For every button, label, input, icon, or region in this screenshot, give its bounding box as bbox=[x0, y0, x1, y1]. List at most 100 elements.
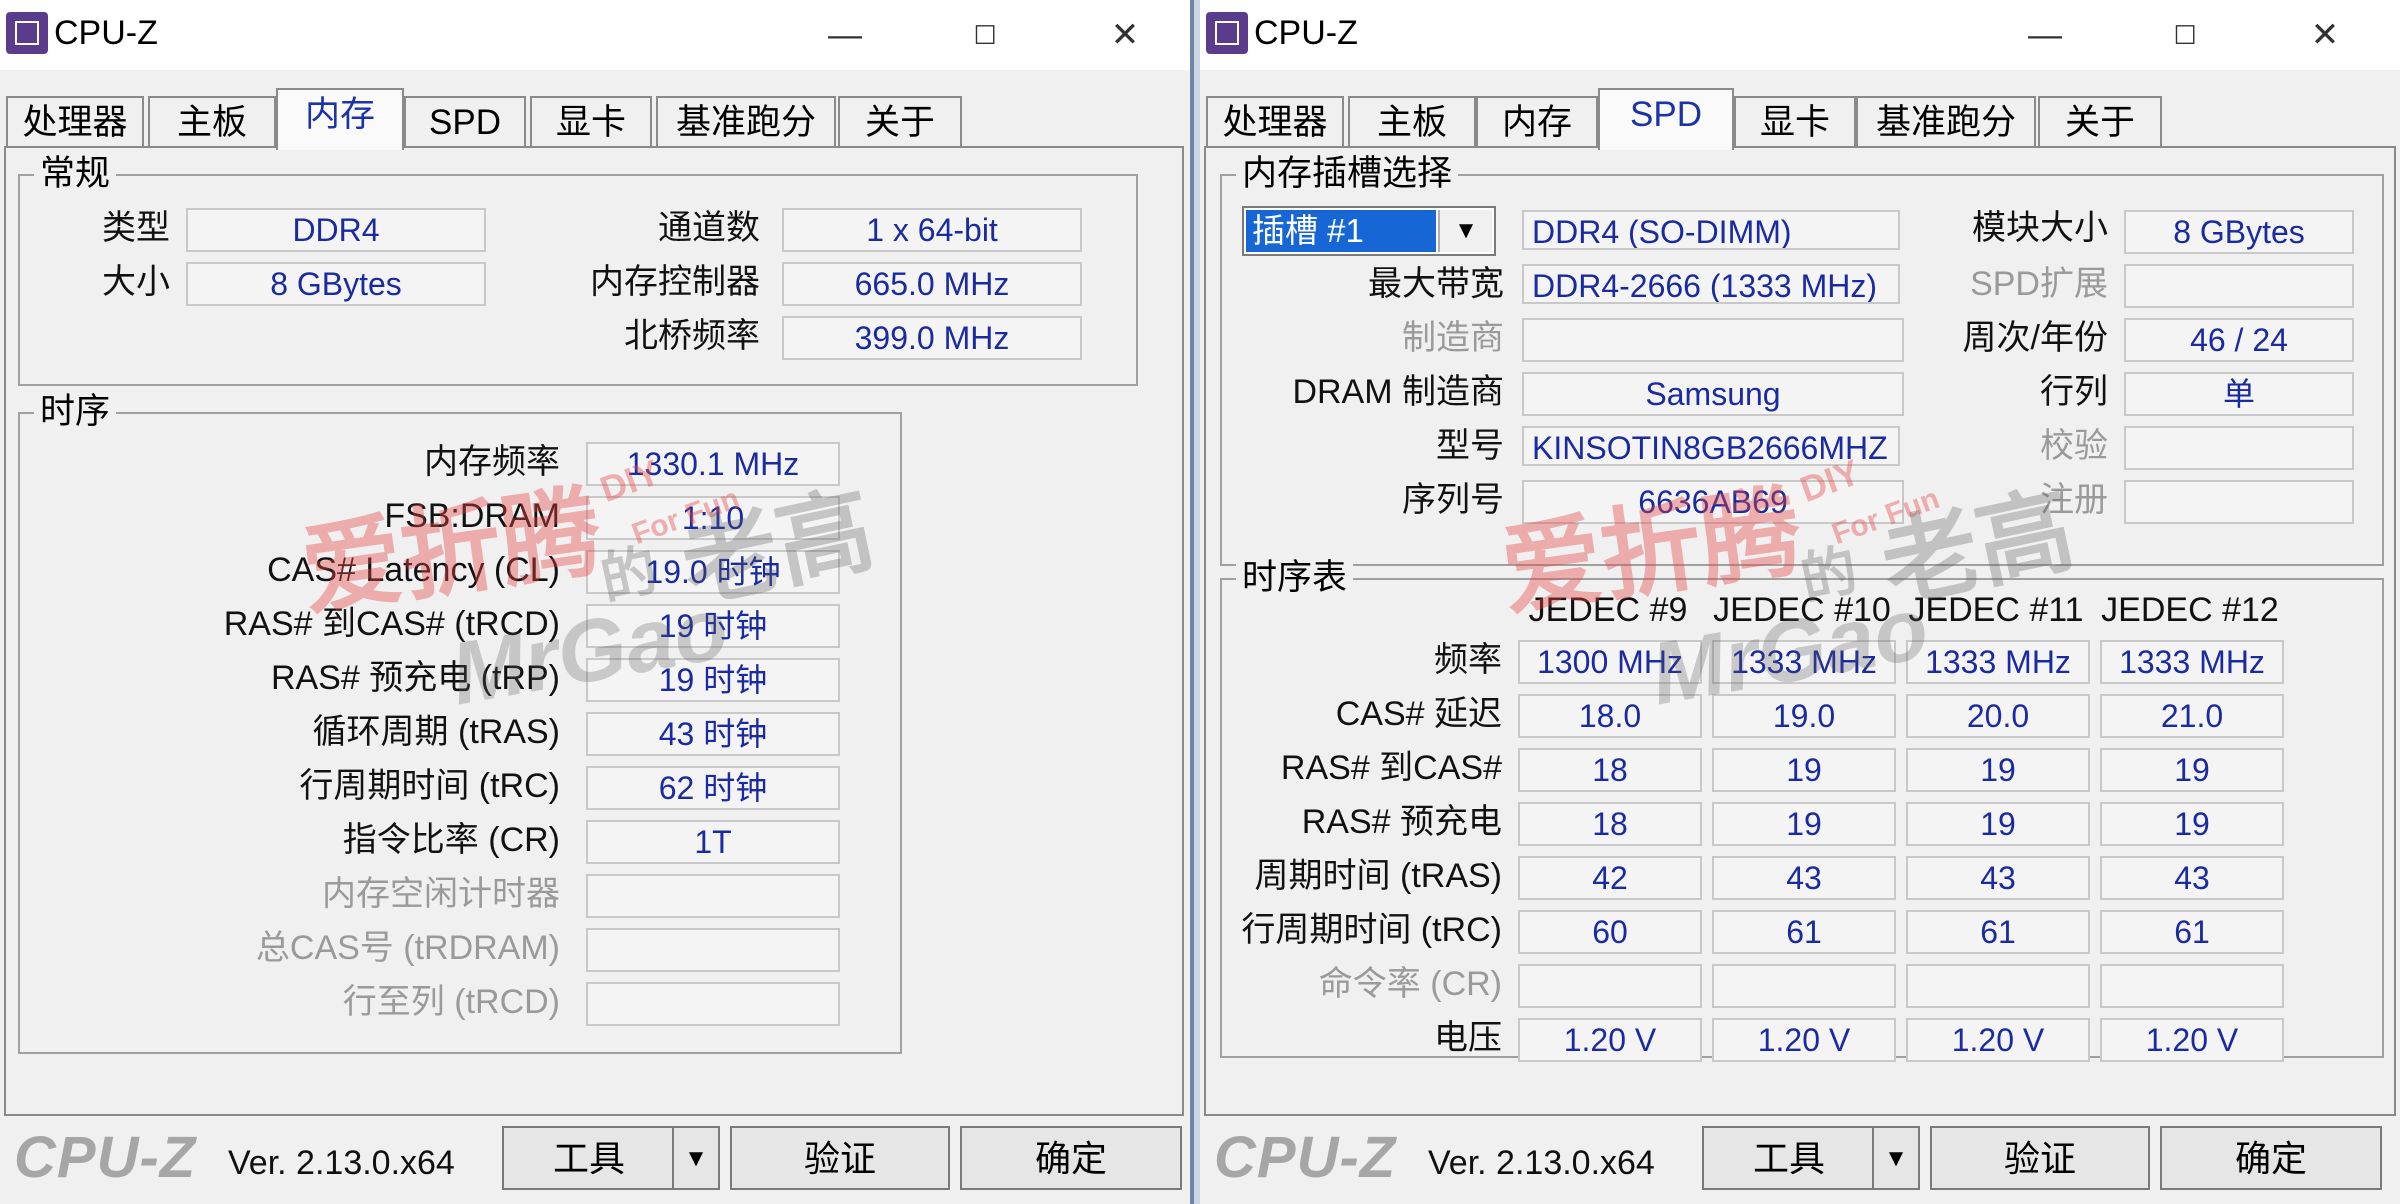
tab-bar: 处理器 主板 内存 SPD 显卡 基准跑分 关于 bbox=[0, 88, 1190, 150]
tab-bench[interactable]: 基准跑分 bbox=[656, 96, 836, 148]
timing-cell: 1333 MHz bbox=[1712, 640, 1896, 684]
northbridge-label: 北桥频率 bbox=[624, 317, 760, 355]
ok-button[interactable]: 确定 bbox=[960, 1126, 1182, 1190]
tab-graphics[interactable]: 显卡 bbox=[1734, 96, 1856, 148]
tab-about[interactable]: 关于 bbox=[838, 96, 962, 148]
channels-label: 通道数 bbox=[658, 209, 760, 247]
tab-graphics[interactable]: 显卡 bbox=[530, 96, 652, 148]
timing-cell: 19 bbox=[2100, 802, 2284, 846]
type-value: DDR4 bbox=[186, 208, 486, 252]
registered-value bbox=[2124, 480, 2354, 524]
tab-mainboard[interactable]: 主板 bbox=[148, 96, 276, 148]
title-bar[interactable]: CPU-Z — ☐ ✕ bbox=[1200, 0, 2400, 70]
slot-select[interactable]: 插槽 #1 ▼ bbox=[1242, 206, 1496, 256]
week-year-value: 46 / 24 bbox=[2124, 318, 2354, 362]
minimize-icon[interactable]: — bbox=[2010, 8, 2080, 62]
timing-label: RAS# 到CAS# (tRCD) bbox=[223, 605, 560, 643]
correction-label: 校验 bbox=[2040, 427, 2108, 465]
spd-ext-label: SPD扩展 bbox=[1970, 265, 2108, 303]
maximize-icon[interactable]: ☐ bbox=[2150, 8, 2220, 62]
minimize-icon[interactable]: — bbox=[810, 8, 880, 62]
timing-cell: 1.20 V bbox=[2100, 1018, 2284, 1062]
timing-cell: 18 bbox=[1518, 802, 1702, 846]
timing-cell: 1.20 V bbox=[1518, 1018, 1702, 1062]
timing-cell: 60 bbox=[1518, 910, 1702, 954]
timing-cell: 1300 MHz bbox=[1518, 640, 1702, 684]
chevron-down-icon[interactable]: ▼ bbox=[1438, 210, 1492, 252]
tools-button[interactable]: 工具 bbox=[1702, 1126, 1876, 1190]
registered-label: 注册 bbox=[2040, 481, 2108, 519]
channels-value: 1 x 64-bit bbox=[782, 208, 1082, 252]
tab-bench[interactable]: 基准跑分 bbox=[1856, 96, 2036, 148]
timing-cell: 1333 MHz bbox=[1906, 640, 2090, 684]
timing-value: 62 时钟 bbox=[586, 766, 840, 810]
timing-cell: 18.0 bbox=[1518, 694, 1702, 738]
dram-manufacturer-label: DRAM 制造商 bbox=[1292, 373, 1504, 411]
timing-cell: 1333 MHz bbox=[2100, 640, 2284, 684]
tab-about[interactable]: 关于 bbox=[2038, 96, 2162, 148]
timing-cell: 19 bbox=[2100, 748, 2284, 792]
timing-cell: 61 bbox=[1906, 910, 2090, 954]
timing-cell bbox=[1906, 964, 2090, 1008]
tab-memory[interactable]: 内存 bbox=[1476, 96, 1598, 148]
close-icon[interactable]: ✕ bbox=[1090, 8, 1160, 62]
timing-cell: 43 bbox=[1906, 856, 2090, 900]
validate-button[interactable]: 验证 bbox=[730, 1126, 950, 1190]
timing-row-label: RAS# 预充电 bbox=[1301, 803, 1502, 841]
timing-row-label: 命令率 (CR) bbox=[1318, 965, 1502, 1003]
timings-group: 时序 内存频率 1330.1 MHz FSB:DRAM 1:10 CAS# Latenc… bbox=[18, 392, 902, 1054]
tab-mainboard[interactable]: 主板 bbox=[1348, 96, 1476, 148]
max-bandwidth-label: 最大带宽 bbox=[1368, 265, 1504, 303]
maximize-icon[interactable]: ☐ bbox=[950, 8, 1020, 62]
timing-label: 指令比率 (CR) bbox=[342, 821, 560, 859]
timing-cell: 61 bbox=[1712, 910, 1896, 954]
module-size-value: 8 GBytes bbox=[2124, 210, 2354, 254]
timing-cell bbox=[1518, 964, 1702, 1008]
timing-row-label: 行周期时间 (tRC) bbox=[1241, 911, 1502, 949]
timing-cell bbox=[1712, 964, 1896, 1008]
validate-button[interactable]: 验证 bbox=[1930, 1126, 2150, 1190]
size-value: 8 GBytes bbox=[186, 262, 486, 306]
timing-cell: 19.0 bbox=[1712, 694, 1896, 738]
correction-value bbox=[2124, 426, 2354, 470]
timing-row-label: 电压 bbox=[1434, 1019, 1502, 1057]
tools-dropdown-icon[interactable]: ▼ bbox=[1872, 1126, 1920, 1190]
size-label: 大小 bbox=[102, 263, 170, 301]
timing-cell: 43 bbox=[2100, 856, 2284, 900]
jedec-column-header: JEDEC #10 bbox=[1713, 591, 1891, 629]
tab-processor[interactable]: 处理器 bbox=[6, 96, 144, 148]
timing-label: 内存频率 bbox=[424, 443, 560, 481]
tab-processor[interactable]: 处理器 bbox=[1206, 96, 1344, 148]
version-text: Ver. 2.13.0.x64 bbox=[228, 1144, 455, 1182]
timing-label: 总CAS号 (tRDRAM) bbox=[255, 929, 560, 967]
part-number-label: 型号 bbox=[1436, 427, 1504, 465]
footer: CPU-Z Ver. 2.13.0.x64 工具 ▼ 验证 确定 bbox=[1200, 1114, 2400, 1204]
timing-value: 1330.1 MHz bbox=[586, 442, 840, 486]
module-type-value: DDR4 (SO-DIMM) bbox=[1522, 210, 1900, 250]
tools-dropdown-icon[interactable]: ▼ bbox=[672, 1126, 720, 1190]
ok-button[interactable]: 确定 bbox=[2160, 1126, 2382, 1190]
tools-button[interactable]: 工具 bbox=[502, 1126, 676, 1190]
timing-cell: 1.20 V bbox=[1906, 1018, 2090, 1062]
timings-title: 时序 bbox=[34, 392, 117, 432]
timing-cell: 61 bbox=[2100, 910, 2284, 954]
timing-label: 行周期时间 (tRC) bbox=[299, 767, 560, 805]
title-bar[interactable]: CPU-Z — ☐ ✕ bbox=[0, 0, 1190, 70]
slot-group: 内存插槽选择 插槽 #1 ▼ DDR4 (SO-DIMM) 模块大小 8 GBy… bbox=[1220, 154, 2384, 566]
tab-spd[interactable]: SPD bbox=[404, 96, 526, 148]
max-bandwidth-value: DDR4-2666 (1333 MHz) bbox=[1522, 264, 1900, 304]
tab-spd[interactable]: SPD bbox=[1598, 88, 1734, 150]
timing-label: CAS# Latency (CL) bbox=[267, 551, 560, 589]
timing-cell: 19 bbox=[1906, 802, 2090, 846]
northbridge-value: 399.0 MHz bbox=[782, 316, 1082, 360]
tab-memory[interactable]: 内存 bbox=[276, 88, 404, 150]
timing-cell: 18 bbox=[1518, 748, 1702, 792]
timing-table-title: 时序表 bbox=[1236, 558, 1354, 598]
general-group: 常规 类型 DDR4 大小 8 GBytes 通道数 1 x 64-bit 内存… bbox=[18, 154, 1138, 386]
jedec-column-header: JEDEC #12 bbox=[2101, 591, 2279, 629]
jedec-column-header: JEDEC #9 bbox=[1528, 591, 1688, 629]
timing-value: 43 时钟 bbox=[586, 712, 840, 756]
window-title: CPU-Z bbox=[1254, 14, 1358, 52]
cpuz-window-memory: CPU-Z — ☐ ✕ 处理器 主板 内存 SPD 显卡 基准跑分 关于 常规 … bbox=[0, 0, 1194, 1204]
close-icon[interactable]: ✕ bbox=[2290, 8, 2360, 62]
